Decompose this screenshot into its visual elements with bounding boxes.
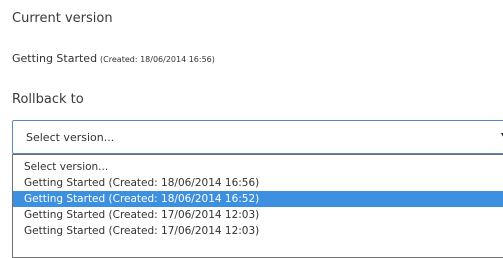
version-dropdown-list: Select version... Getting Started (Creat… — [12, 154, 503, 258]
version-option[interactable]: Getting Started (Created: 18/06/2014 16:… — [13, 175, 503, 191]
version-option-highlighted[interactable]: Getting Started (Created: 18/06/2014 16:… — [13, 191, 503, 207]
current-version-heading: Current version — [12, 11, 113, 26]
version-option[interactable]: Getting Started (Created: 17/06/2014 12:… — [13, 223, 503, 239]
version-select[interactable]: Select version... — [12, 120, 503, 154]
version-option[interactable]: Select version... — [13, 159, 503, 175]
version-select-value: Select version... — [26, 131, 115, 144]
current-version-value: Getting Started (Created: 18/06/2014 16:5… — [12, 52, 215, 65]
current-version-name: Getting Started — [12, 52, 98, 65]
rollback-heading: Rollback to — [12, 92, 84, 107]
version-option[interactable]: Getting Started (Created: 17/06/2014 12:… — [13, 207, 503, 223]
current-version-created: (Created: 18/06/2014 16:56) — [100, 55, 215, 64]
